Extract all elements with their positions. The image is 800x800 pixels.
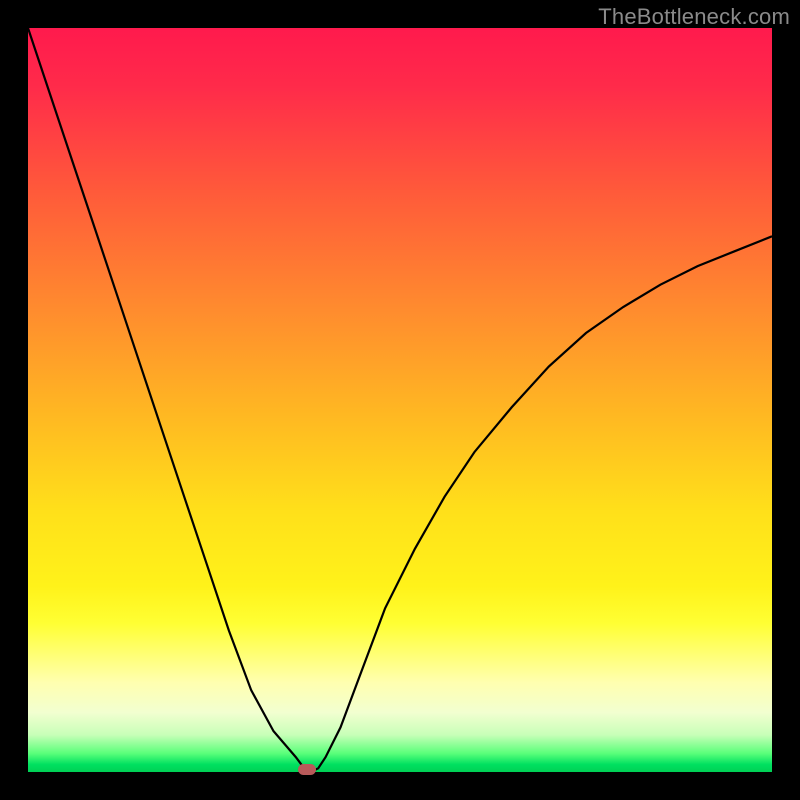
optimum-marker — [298, 764, 316, 775]
bottleneck-curve — [28, 28, 772, 772]
plot-area — [28, 28, 772, 772]
watermark-text: TheBottleneck.com — [598, 4, 790, 30]
chart-frame: TheBottleneck.com — [0, 0, 800, 800]
curve-svg — [28, 28, 772, 772]
